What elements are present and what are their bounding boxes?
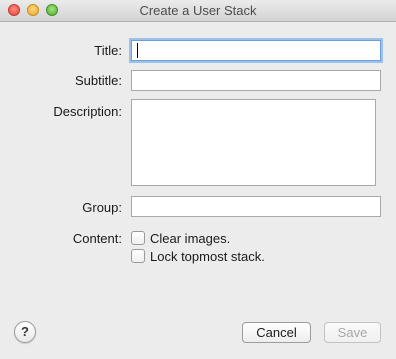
text-cursor [137,43,138,58]
create-user-stack-dialog: Create a User Stack Title: Subtitle: Des… [0,0,396,359]
content-label: Content: [72,231,122,246]
cancel-button[interactable]: Cancel [242,322,311,343]
subtitle-label: Subtitle: [75,73,122,88]
help-button[interactable]: ? [14,321,36,343]
lock-topmost-stack-label: Lock topmost stack. [150,248,265,264]
save-button[interactable]: Save [324,322,381,343]
group-label: Group: [82,200,122,215]
subtitle-field[interactable] [131,70,381,91]
clear-images-label: Clear images. [150,230,231,246]
title-bar: Create a User Stack [0,0,396,22]
clear-images-option[interactable]: Clear images. [131,230,230,246]
group-field[interactable] [131,196,381,217]
title-field[interactable] [131,40,381,61]
description-label: Description: [53,104,122,119]
lock-topmost-stack-option[interactable]: Lock topmost stack. [131,248,265,264]
clear-images-checkbox[interactable] [131,231,145,245]
window-title: Create a User Stack [139,3,257,18]
title-label: Title: [94,43,122,58]
description-field[interactable] [131,99,376,186]
lock-topmost-stack-checkbox[interactable] [131,249,145,263]
